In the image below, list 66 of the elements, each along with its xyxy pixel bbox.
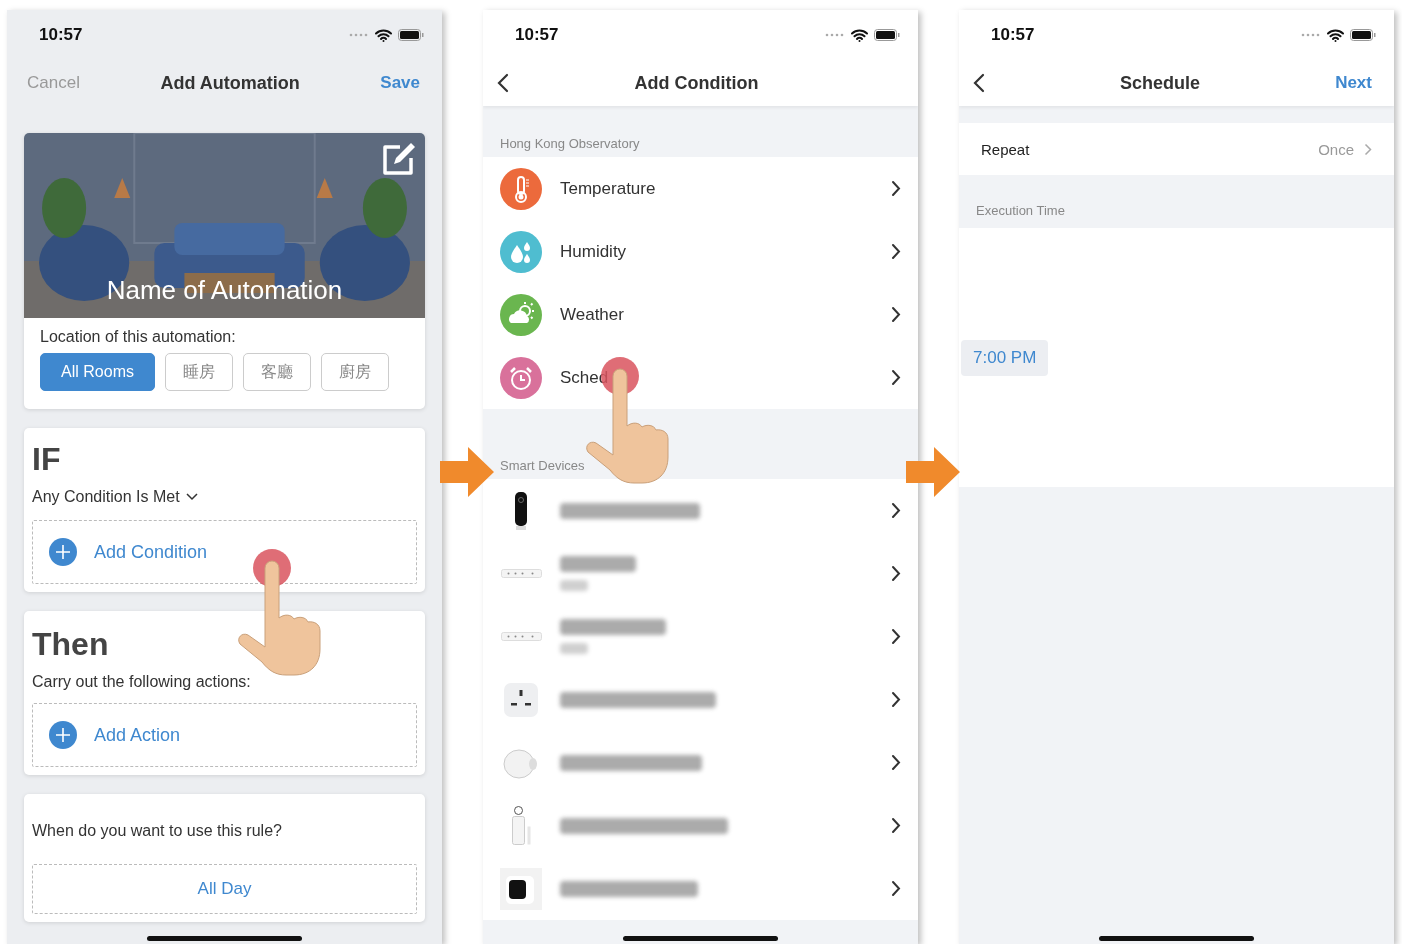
chevron-right-icon (891, 880, 901, 897)
air-monitor-icon (500, 867, 542, 910)
when-question: When do you want to use this rule? (32, 822, 283, 840)
room-chip[interactable]: 客廳 (243, 353, 311, 391)
chevron-down-icon[interactable] (185, 493, 198, 501)
add-icon (49, 721, 77, 749)
wifi-icon (1327, 28, 1344, 42)
blurred-detail (560, 580, 588, 591)
chevron-right-icon (1364, 142, 1372, 156)
section-header: Hong Kong Observatory (500, 136, 640, 151)
chevron-right-icon (891, 817, 901, 834)
power-strip-icon (500, 632, 542, 641)
then-heading: Then (32, 625, 110, 664)
status-time: 10:57 (515, 25, 559, 45)
screen-title: Add Automation (160, 72, 300, 94)
wifi-icon (375, 28, 392, 42)
signal-icon (349, 32, 369, 38)
back-icon[interactable] (497, 73, 509, 93)
section-header: Execution Time (976, 203, 1065, 218)
time-range-button[interactable]: All Day (32, 864, 417, 914)
back-icon[interactable] (973, 73, 985, 93)
chevron-right-icon (891, 306, 901, 323)
chevron-right-icon (891, 502, 901, 519)
if-heading: IF (32, 440, 62, 479)
room-chip[interactable]: 睡房 (165, 353, 233, 391)
location-label: Location of this automation: (40, 328, 237, 346)
battery-icon (874, 29, 900, 41)
chevron-right-icon (891, 243, 901, 260)
repeat-row[interactable]: Repeat Once (959, 123, 1394, 175)
condition-match-dropdown[interactable]: Any Condition Is Met (32, 488, 180, 506)
room-chip[interactable]: 廚房 (321, 353, 389, 391)
chevron-right-icon (891, 565, 901, 582)
selected-time[interactable]: 7:00 PM (961, 340, 1049, 376)
add-action-button[interactable]: Add Action (32, 703, 417, 767)
signal-icon (825, 32, 845, 38)
save-button[interactable]: Save (380, 73, 420, 93)
door-sensor-icon (511, 806, 531, 845)
room-chip[interactable]: All Rooms (40, 353, 155, 391)
condition-row[interactable]: Weather (483, 283, 918, 346)
arrow-right-icon (440, 447, 494, 497)
status-time: 10:57 (39, 25, 83, 45)
power-strip-icon (500, 569, 542, 578)
cancel-button[interactable]: Cancel (27, 73, 80, 93)
camera-icon (515, 491, 527, 530)
add-icon (49, 538, 77, 566)
edit-icon[interactable] (380, 142, 416, 178)
chevron-right-icon (891, 180, 901, 197)
time-picker[interactable]: 7:00 PM (959, 228, 1394, 487)
chevron-right-icon (891, 691, 901, 708)
screen-title: Add Condition (634, 72, 759, 94)
signal-icon (1301, 32, 1321, 38)
chevron-right-icon (891, 628, 901, 645)
wifi-icon (851, 28, 868, 42)
condition-row[interactable]: Temperature (483, 157, 918, 220)
section-header: Smart Devices (500, 458, 585, 473)
status-time: 10:57 (991, 25, 1035, 45)
battery-icon (398, 29, 424, 41)
chevron-right-icon (891, 369, 901, 386)
condition-row[interactable]: Humidity (483, 220, 918, 283)
chevron-right-icon (891, 754, 901, 771)
battery-icon (1350, 29, 1376, 41)
next-button[interactable]: Next (1335, 73, 1372, 93)
blurred-detail (560, 643, 588, 654)
arrow-right-icon (906, 447, 960, 497)
screen-title: Schedule (1120, 72, 1201, 94)
then-subtitle: Carry out the following actions: (32, 673, 252, 691)
